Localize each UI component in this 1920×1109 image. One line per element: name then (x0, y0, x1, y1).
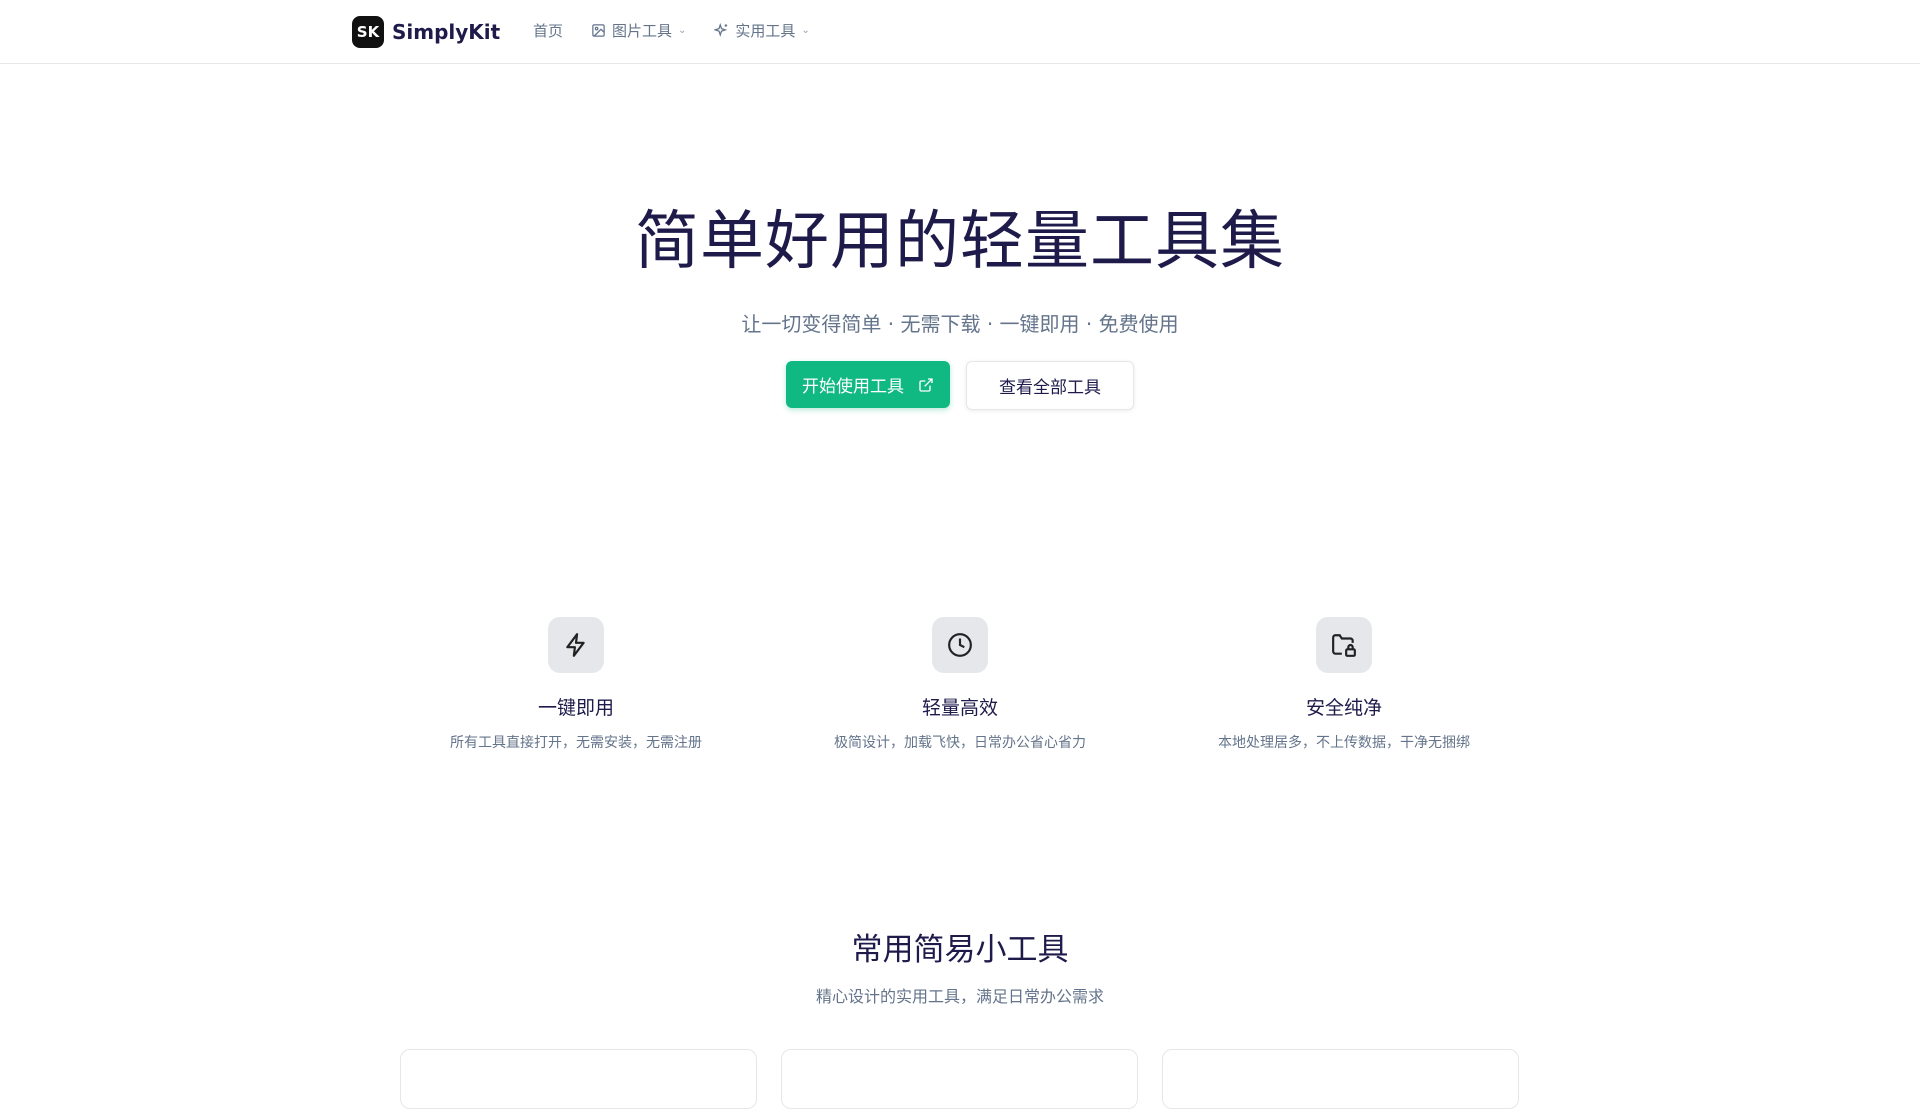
tool-card[interactable] (400, 1049, 757, 1109)
folder-lock-icon (1316, 617, 1372, 673)
hero-section: 简单好用的轻量工具集 让一切变得简单 · 无需下载 · 一键即用 · 免费使用 … (0, 190, 1920, 410)
feature-item: 一键即用 所有工具直接打开，无需安装，无需注册 (450, 617, 702, 752)
feature-item: 轻量高效 极简设计，加载飞快，日常办公省心省力 (834, 617, 1086, 752)
chevron-down-icon: ⌄ (801, 25, 810, 36)
logo[interactable]: SK SimplyKit (352, 16, 500, 48)
feature-desc: 所有工具直接打开，无需安装，无需注册 (450, 735, 702, 751)
main-nav: 首页 图片工具 ⌄ 实用工具 ⌄ (533, 20, 810, 41)
feature-desc: 本地处理居多，不上传数据，干净无捆绑 (1218, 735, 1470, 751)
clock-icon (932, 617, 988, 673)
view-all-tools-button[interactable]: 查看全部工具 (966, 361, 1134, 410)
feature-title: 安全纯净 (1305, 697, 1382, 719)
section-subtitle: 精心设计的实用工具，满足日常办公需求 (815, 987, 1104, 1006)
nav-label: 实用工具 (735, 22, 796, 40)
hero-subtitle: 让一切变得简单 · 无需下载 · 一键即用 · 免费使用 (741, 312, 1179, 336)
button-label: 开始使用工具 (802, 377, 904, 396)
tools-section-header: 常用简易小工具 精心设计的实用工具，满足日常办公需求 (0, 924, 1920, 1007)
tool-card[interactable] (1162, 1049, 1519, 1109)
nav-utility-tools[interactable]: 实用工具 ⌄ (714, 20, 810, 41)
feature-title: 一键即用 (537, 697, 614, 719)
nav-home[interactable]: 首页 (533, 20, 563, 41)
features-list: 一键即用 所有工具直接打开，无需安装，无需注册 轻量高效 极简设计，加载飞快，日… (0, 617, 1920, 752)
logo-text: SimplyKit (392, 20, 501, 44)
sparkles-icon (714, 23, 728, 37)
feature-title: 轻量高效 (921, 697, 998, 719)
chevron-down-icon: ⌄ (678, 25, 687, 36)
image-icon (592, 24, 605, 37)
nav-image-tools[interactable]: 图片工具 ⌄ (591, 20, 686, 41)
feature-desc: 极简设计，加载飞快，日常办公省心省力 (834, 735, 1086, 751)
logo-badge: SK (352, 16, 384, 48)
external-link-icon (919, 377, 933, 392)
feature-item: 安全纯净 本地处理居多，不上传数据，干净无捆绑 (1218, 617, 1470, 752)
nav-label: 图片工具 (612, 22, 673, 40)
lightning-icon (548, 617, 604, 673)
top-nav-bar: SK SimplyKit 首页 图片工具 ⌄ 实用工具 ⌄ (0, 0, 1920, 64)
section-title: 常用简易小工具 (851, 932, 1069, 968)
tool-cards (400, 1049, 1519, 1109)
start-tools-button[interactable]: 开始使用工具 (786, 361, 950, 408)
hero-title: 简单好用的轻量工具集 (635, 205, 1285, 279)
nav-label: 首页 (533, 22, 564, 40)
tool-card[interactable] (781, 1049, 1138, 1109)
